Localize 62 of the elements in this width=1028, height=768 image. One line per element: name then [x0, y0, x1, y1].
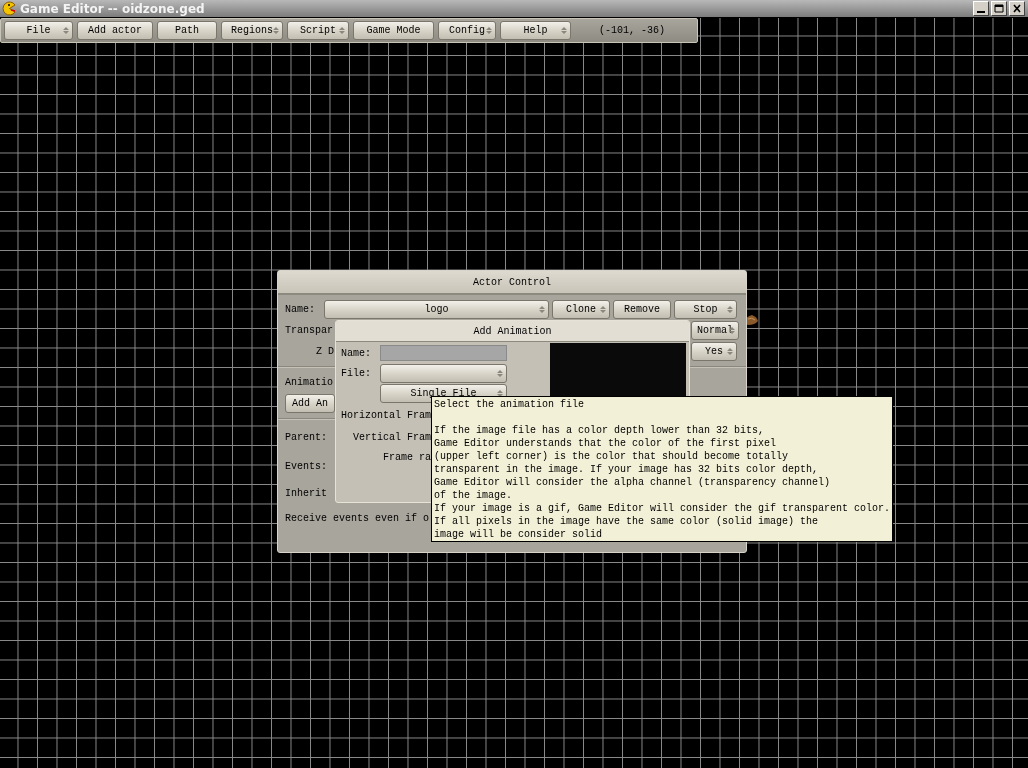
window-title: Actor Control — [278, 271, 746, 295]
minimize-icon — [977, 10, 985, 13]
field-label: File: — [341, 367, 372, 379]
close-icon — [1012, 4, 1022, 13]
field-label: Name: — [341, 347, 372, 359]
field-label: Transpar — [285, 325, 333, 336]
menu-button[interactable]: Add actor — [77, 21, 153, 40]
minimize-button[interactable] — [973, 1, 989, 16]
menu-button[interactable]: Game Mode — [353, 21, 434, 40]
field-label: Vertical Fram — [353, 431, 431, 443]
menu-button[interactable]: Path — [157, 21, 217, 40]
pacman-icon — [2, 1, 17, 16]
field-label: Animatio — [285, 377, 333, 388]
spinner-icon — [63, 26, 69, 35]
tooltip-text: If your image is a gif, Game Editor will consider the gif transparent color. — [434, 502, 892, 515]
spinner-icon — [497, 388, 503, 398]
spinner-icon — [561, 26, 567, 35]
tooltip-text: If all pixels in the image have the same color (solid image) the — [434, 515, 820, 528]
add-animation-button[interactable]: Add An — [285, 394, 335, 413]
maximize-button[interactable] — [991, 1, 1007, 16]
name-field[interactable] — [380, 345, 507, 361]
close-button[interactable] — [1009, 1, 1025, 16]
mode-dropdown[interactable]: Normal — [691, 321, 739, 340]
menu-button[interactable]: Script — [287, 21, 349, 40]
window-title: Game Editor -- oidzone.ged — [20, 1, 205, 16]
tooltip-text: Game Editor will consider the alpha channel (transparency channel) — [434, 476, 832, 489]
tooltip-text: Game Editor understands that the color of the first pixel — [434, 437, 778, 450]
startup-dropdown[interactable]: Yes — [691, 342, 737, 361]
field-label: Z D — [316, 346, 334, 357]
spinner-icon — [600, 305, 606, 314]
field-label: Horizontal Fram — [341, 409, 431, 421]
spinner-icon — [273, 26, 279, 35]
spinner-icon — [727, 305, 733, 314]
dialog-title: Add Animation — [336, 321, 689, 342]
actor-button[interactable]: Clone — [552, 300, 610, 319]
spinner-icon — [729, 326, 735, 335]
file-dropdown[interactable] — [380, 363, 507, 383]
menu-button[interactable]: Help — [500, 21, 571, 40]
spinner-icon — [727, 347, 733, 356]
menu-button[interactable]: Regions — [221, 21, 283, 40]
spinner-icon — [497, 368, 503, 378]
actor-button[interactable]: Stop — [674, 300, 737, 319]
field-label: Frame ra — [383, 451, 431, 463]
tooltip-text: If the image file has a color depth lower than 32 bits, — [434, 424, 766, 437]
field-label: Inherit — [285, 488, 327, 499]
tooltip-text: of the image. — [434, 489, 513, 502]
field-label: Parent: — [285, 432, 327, 443]
maximize-icon — [994, 4, 1004, 13]
spinner-icon — [539, 305, 545, 314]
name-dropdown[interactable]: logo — [324, 300, 549, 319]
tooltip-text: transparent in the image. If your image has 32 bits color depth, — [434, 463, 820, 476]
tooltip-text: image will be consider solid — [434, 528, 604, 541]
tooltip-text: (upper left corner) is the color that should become totally — [434, 450, 790, 463]
actor-button[interactable]: Remove — [613, 300, 671, 319]
checkbox-label: Receive events even if o — [285, 513, 430, 524]
field-label: Events: — [285, 460, 327, 472]
spinner-icon — [486, 26, 492, 35]
field-label: Name: — [285, 304, 315, 315]
menu-button[interactable]: File — [4, 21, 73, 40]
cursor-coordinates: (-101, -36) — [599, 25, 665, 36]
menu-button[interactable]: Config — [438, 21, 496, 40]
spinner-icon — [339, 26, 345, 35]
